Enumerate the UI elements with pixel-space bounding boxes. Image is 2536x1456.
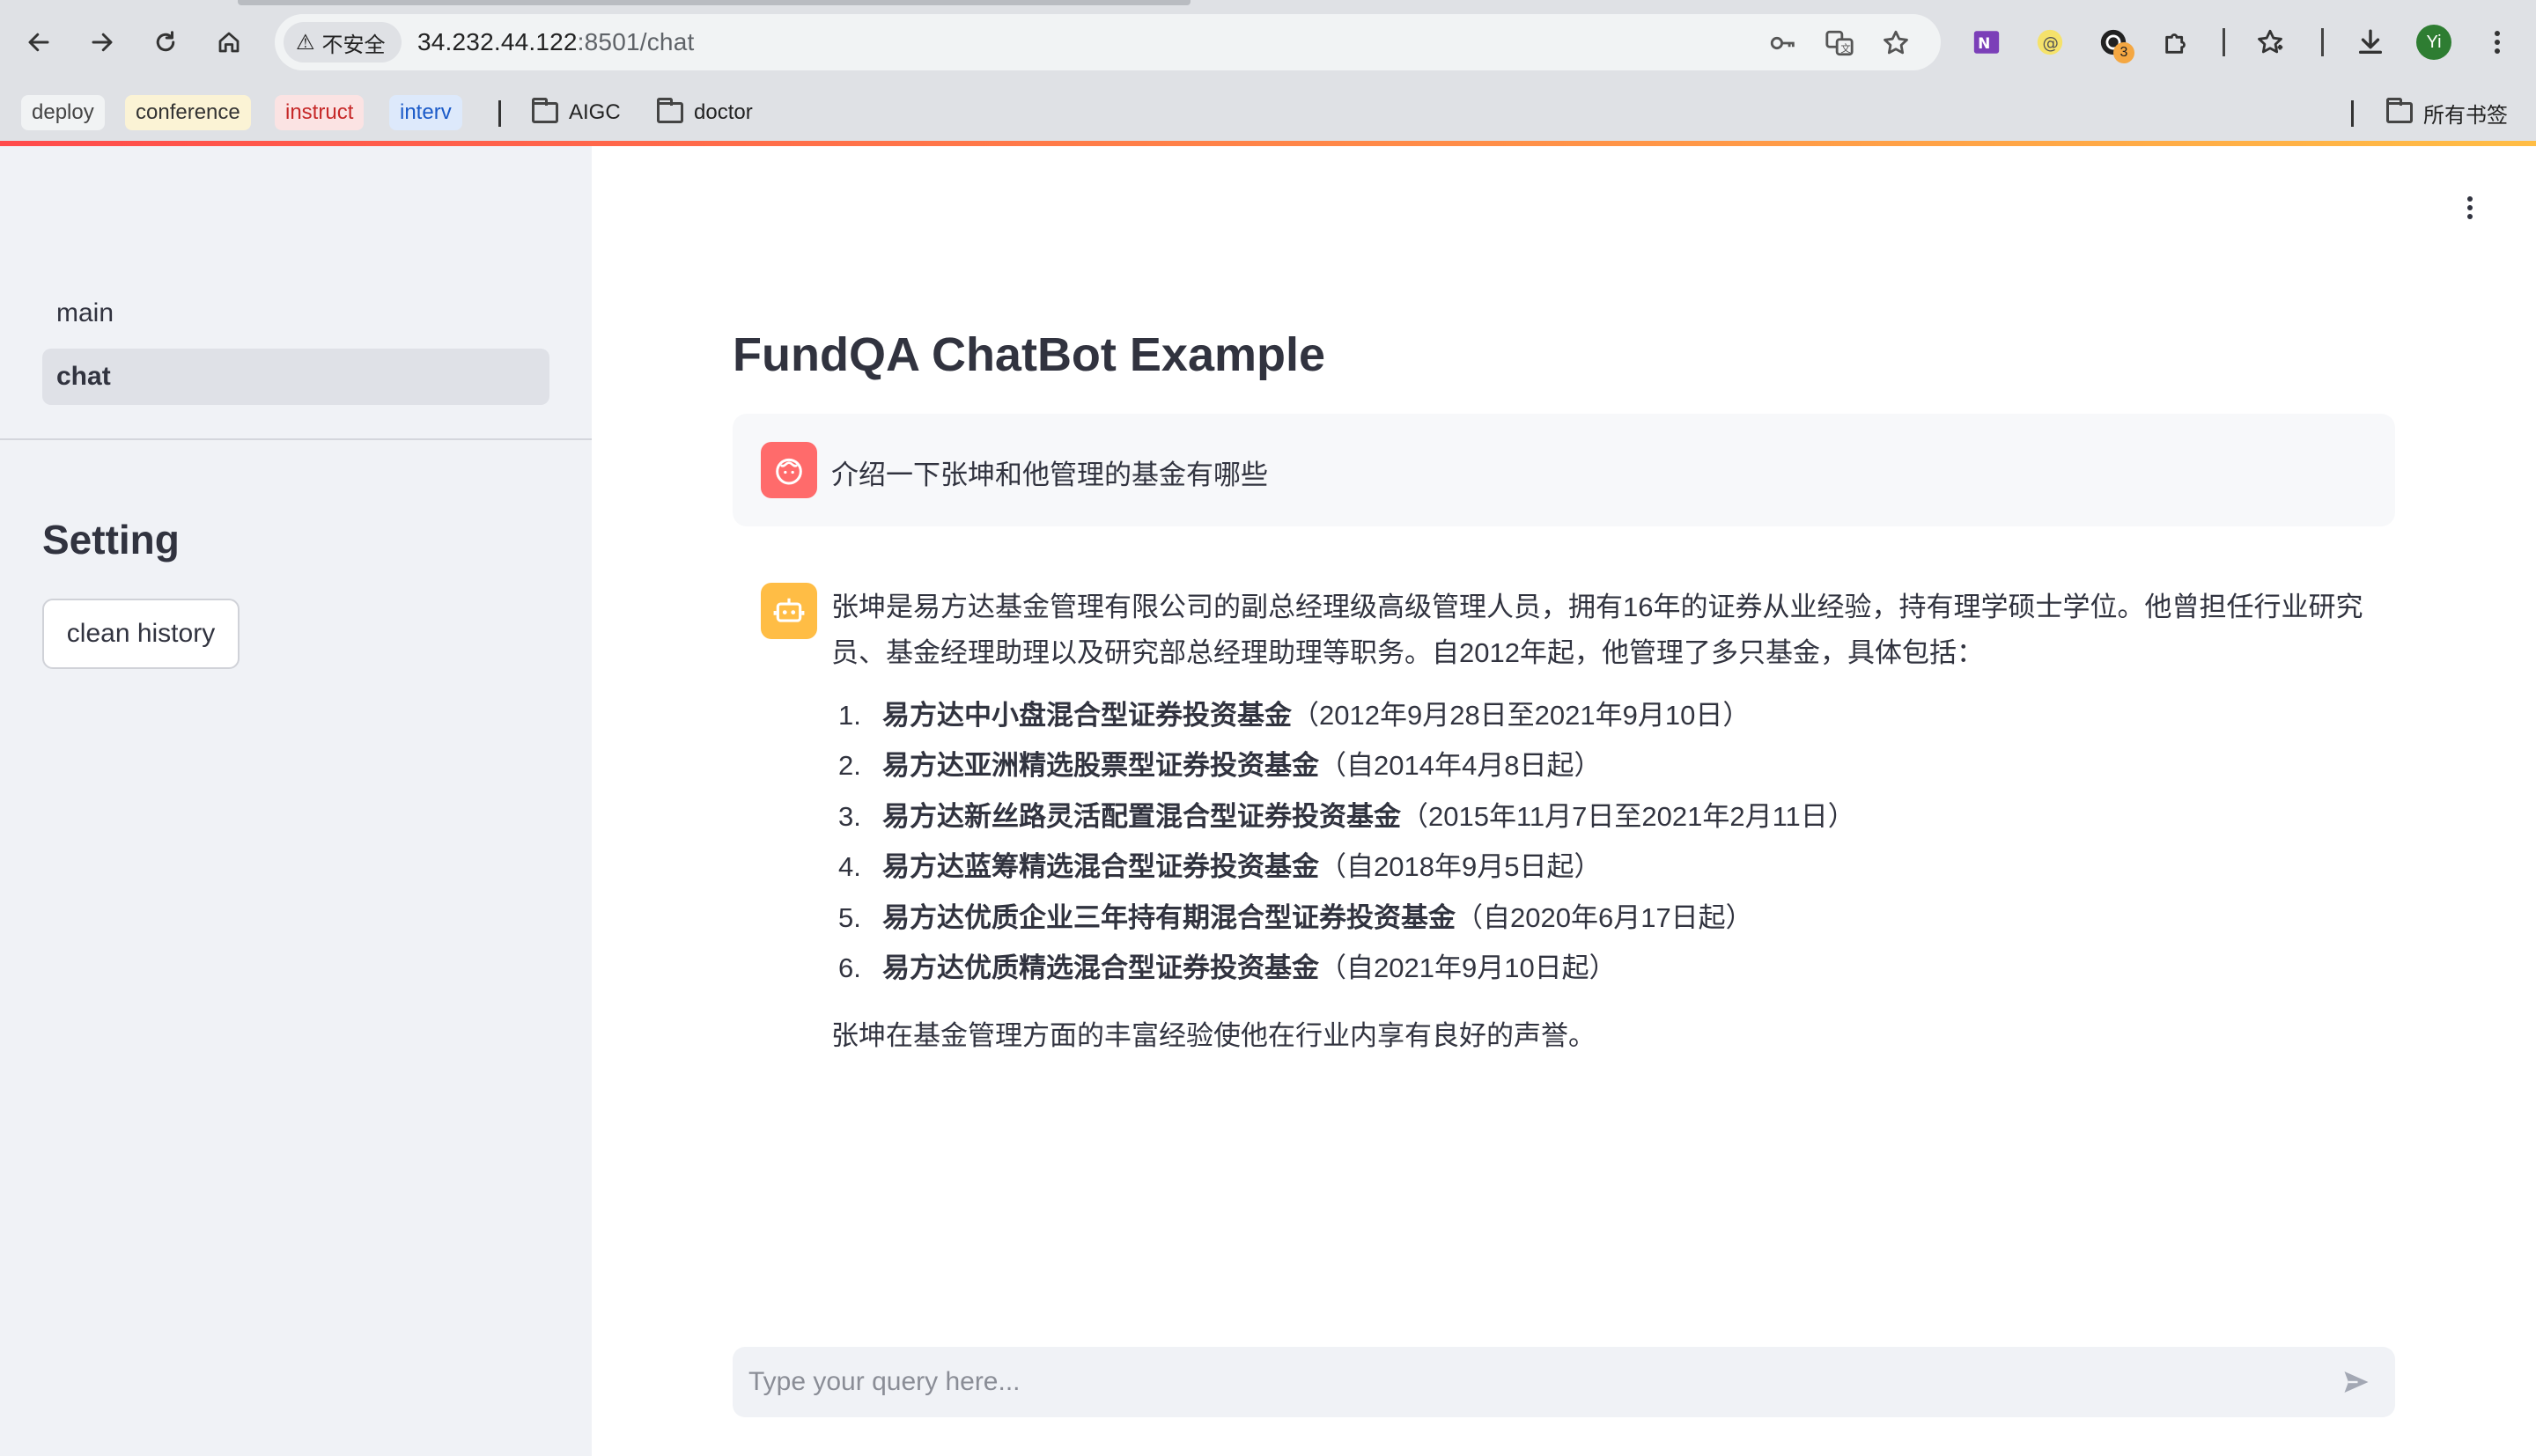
bookmark-deploy[interactable]: deploy	[21, 95, 105, 130]
profile-avatar[interactable]: Yi	[2416, 25, 2451, 60]
chat-input[interactable]	[748, 1347, 2316, 1417]
svg-text:N: N	[1978, 35, 1990, 53]
bookmark-folder-aigc[interactable]: AIGC	[532, 95, 621, 130]
active-tab-indicator	[238, 0, 1191, 5]
app-menu-icon[interactable]	[2457, 190, 2483, 225]
address-bar[interactable]: ⚠ 不安全 34.232.44.122:8501/chat 文	[275, 14, 1941, 70]
list-number: 6.	[838, 952, 861, 984]
list-number: 4.	[838, 851, 861, 883]
url-path: :8501/chat	[577, 28, 695, 55]
warning-icon: ⚠	[296, 30, 315, 55]
fund-name: 易方达亚洲精选股票型证券投资基金	[882, 750, 1319, 782]
folder-icon	[657, 98, 683, 123]
setting-heading: Setting	[42, 517, 180, 563]
sidebar-item-main[interactable]: main	[42, 285, 549, 342]
list-number: 1.	[838, 699, 861, 731]
user-message: 介绍一下张坤和他管理的基金有哪些	[733, 414, 2395, 526]
bookmarks-divider	[2351, 100, 2354, 127]
browser-chrome: ⚠ 不安全 34.232.44.122:8501/chat 文 N @ 3 Yi	[0, 0, 2536, 146]
svg-text:@: @	[2043, 34, 2059, 53]
fund-period: （自2021年9月10日起）	[1319, 952, 1617, 984]
bookmarks-bar: deploy conference instruct interv AIGC d…	[0, 88, 2536, 137]
send-icon[interactable]	[2339, 1364, 2374, 1400]
folder-icon	[532, 98, 558, 123]
user-message-text: 介绍一下张坤和他管理的基金有哪些	[831, 460, 1268, 490]
list-number: 5.	[838, 901, 861, 933]
fund-period: （2015年11月7日至2021年2月11日）	[1401, 800, 1855, 832]
fund-name: 易方达优质企业三年持有期混合型证券投资基金	[882, 901, 1456, 933]
forward-icon[interactable]	[81, 21, 123, 63]
clean-history-button[interactable]: clean history	[42, 599, 240, 669]
sidebar-divider	[0, 438, 592, 440]
puzzle-icon[interactable]	[2157, 23, 2196, 62]
bookmark-interv[interactable]: interv	[389, 95, 462, 130]
bot-closing-text: 张坤在基金管理方面的丰富经验使他在行业内享有良好的声誉。	[831, 1020, 1596, 1051]
url-text[interactable]: 34.232.44.122:8501/chat	[417, 28, 694, 56]
bot-message: 张坤是易方达基金管理有限公司的副总经理级高级管理人员，拥有16年的证券从业经验，…	[831, 585, 2386, 1059]
all-bookmarks-folder[interactable]: 所有书签	[2386, 95, 2508, 130]
folder-label: AIGC	[569, 100, 621, 124]
list-item: 2. 易方达亚洲精选股票型证券投资基金 （自2014年4月8日起）	[831, 741, 2386, 792]
fund-name: 易方达中小盘混合型证券投资基金	[882, 699, 1292, 731]
user-avatar-icon	[761, 442, 817, 498]
onenote-extension-icon[interactable]: N	[1967, 23, 2006, 62]
browser-menu-icon[interactable]	[2478, 23, 2517, 62]
list-item: 4. 易方达蓝筹精选混合型证券投资基金 （自2018年9月5日起）	[831, 842, 2386, 893]
bookmarks-divider	[498, 100, 501, 127]
download-icon[interactable]	[2351, 23, 2390, 62]
translate-icon[interactable]: 文	[1823, 26, 1856, 60]
sidebar-item-chat[interactable]: chat	[42, 349, 549, 405]
fund-name: 易方达优质精选混合型证券投资基金	[882, 952, 1319, 984]
back-icon[interactable]	[18, 21, 60, 63]
list-number: 2.	[838, 750, 861, 782]
bookmark-folder-doctor[interactable]: doctor	[657, 95, 753, 130]
list-item: 1. 易方达中小盘混合型证券投资基金 （2012年9月28日至2021年9月10日）	[831, 690, 2386, 741]
list-number: 3.	[838, 800, 861, 832]
bookmarks-star-icon[interactable]	[2251, 23, 2289, 62]
star-icon[interactable]	[1879, 26, 1913, 60]
fund-list: 1. 易方达中小盘混合型证券投资基金 （2012年9月28日至2021年9月10日）…	[831, 690, 2386, 994]
svg-text:文: 文	[1840, 42, 1850, 55]
fund-name: 易方达新丝路灵活配置混合型证券投资基金	[882, 800, 1401, 832]
security-label: 不安全	[321, 33, 386, 57]
bookmark-instruct[interactable]: instruct	[275, 95, 365, 130]
list-item: 3. 易方达新丝路灵活配置混合型证券投资基金 （2015年11月7日至2021年2月…	[831, 791, 2386, 842]
fund-period: （自2020年6月17日起）	[1456, 901, 1753, 933]
toolbar-divider	[2223, 28, 2225, 56]
bot-intro-text: 张坤是易方达基金管理有限公司的副总经理级高级管理人员，拥有16年的证券从业经验，…	[831, 592, 2363, 668]
fund-period: （2012年9月28日至2021年9月10日）	[1292, 699, 1751, 731]
list-item: 5. 易方达优质企业三年持有期混合型证券投资基金 （自2020年6月17日起）	[831, 893, 2386, 944]
toolbar-divider	[2321, 28, 2324, 56]
chat-input-container	[733, 1347, 2395, 1417]
bot-avatar-icon	[761, 583, 817, 639]
fund-name: 易方达蓝筹精选混合型证券投资基金	[882, 851, 1319, 883]
extension-badge: 3	[2113, 42, 2134, 63]
folder-icon	[2386, 98, 2413, 123]
folder-label: 所有书签	[2423, 103, 2508, 128]
reload-icon[interactable]	[144, 21, 187, 63]
sidebar: main chat Setting clean history	[0, 146, 592, 1456]
bookmark-conference[interactable]: conference	[125, 95, 251, 130]
at-extension-icon[interactable]: @	[2031, 23, 2069, 62]
security-chip[interactable]: ⚠ 不安全	[284, 22, 402, 63]
page-title: FundQA ChatBot Example	[733, 328, 1326, 381]
fund-period: （自2014年4月8日起）	[1319, 750, 1602, 782]
key-icon[interactable]	[1766, 26, 1800, 60]
home-icon[interactable]	[208, 21, 250, 63]
folder-label: doctor	[694, 100, 753, 124]
fund-period: （自2018年9月5日起）	[1319, 851, 1602, 883]
list-item: 6. 易方达优质精选混合型证券投资基金 （自2021年9月10日起）	[831, 944, 2386, 995]
url-host: 34.232.44.122	[417, 28, 578, 55]
